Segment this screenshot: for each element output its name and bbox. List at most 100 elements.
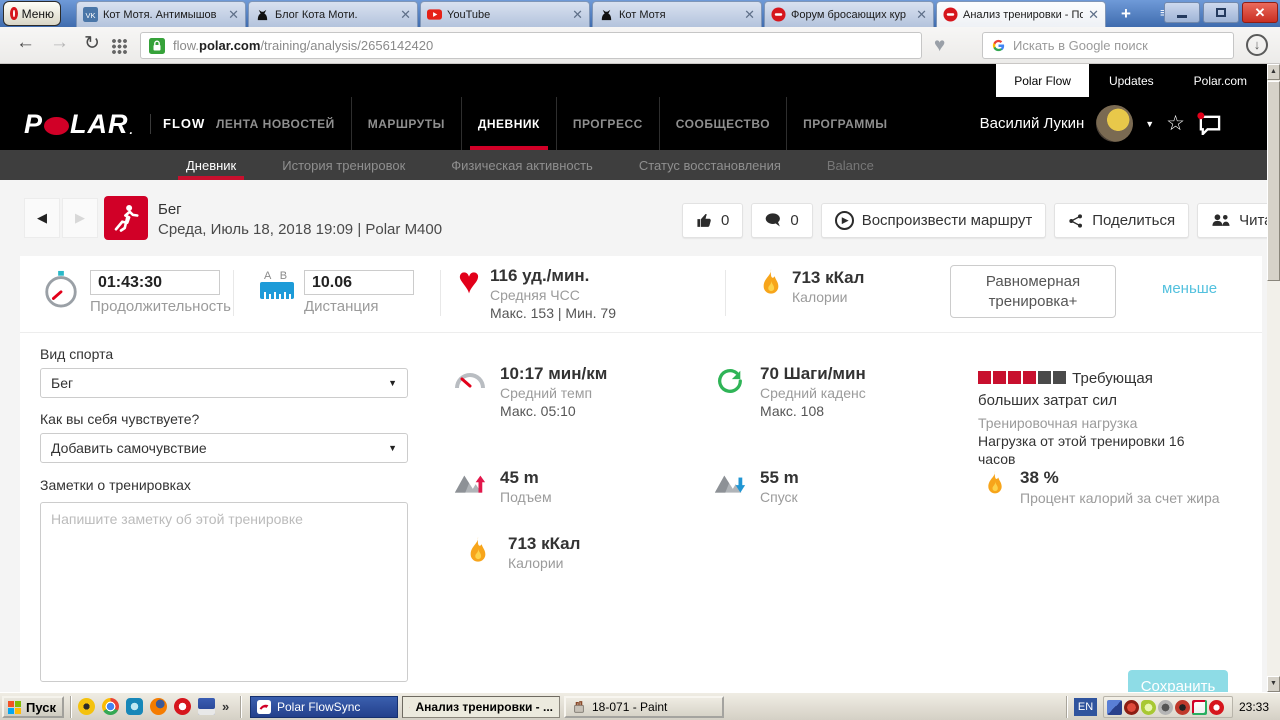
less-link[interactable]: меньше: [1162, 280, 1217, 297]
notes-textarea[interactable]: [40, 502, 408, 682]
quicklaunch-app-icon[interactable]: [126, 698, 143, 715]
tab-close-icon[interactable]: ✕: [572, 8, 583, 21]
tab-3[interactable]: YouTube ✕: [420, 1, 590, 27]
comment-button[interactable]: 0: [751, 203, 813, 238]
url-field[interactable]: flow.polar.com/training/analysis/2656142…: [140, 32, 922, 59]
scroll-down-icon[interactable]: ▼: [1267, 676, 1280, 692]
tab-5[interactable]: Форум бросающих кур ✕: [764, 1, 934, 27]
session-card: Продолжительность A B Дистанция ♥ 116 уд…: [20, 256, 1262, 702]
bookmark-heart-icon[interactable]: ♥: [934, 35, 945, 57]
feeling-select[interactable]: Добавить самочувствие ▼: [40, 433, 408, 463]
subnav-activity[interactable]: Физическая активность: [451, 150, 593, 180]
updates-link[interactable]: Updates: [1109, 74, 1154, 88]
nav-feed[interactable]: ЛЕНТА НОВОСТЕЙ: [200, 97, 351, 150]
page-scrollbar[interactable]: ▲ ▼: [1267, 64, 1280, 692]
tab-close-icon[interactable]: ✕: [744, 8, 755, 21]
search-input[interactable]: Искать в Google поиск: [982, 32, 1234, 59]
share-button[interactable]: Поделиться: [1054, 203, 1190, 238]
tray-lime-icon[interactable]: [1141, 699, 1156, 715]
next-session-button[interactable]: ▶: [62, 198, 98, 238]
download-icon[interactable]: ↓: [1246, 34, 1268, 56]
polar-logo[interactable]: P LAR.: [24, 109, 134, 140]
tray-flowsync-icon[interactable]: [1192, 699, 1207, 715]
tab-active-polar[interactable]: Анализ тренировки - По ✕: [936, 1, 1106, 27]
quicklaunch-daemon-icon[interactable]: [78, 698, 95, 715]
polar-flow-link[interactable]: Polar Flow: [996, 64, 1089, 97]
notes-label: Заметки о тренировках: [40, 477, 191, 493]
maximize-button[interactable]: [1203, 2, 1239, 23]
tab-title: YouTube: [447, 8, 491, 21]
nav-community[interactable]: СООБЩЕСТВО: [658, 97, 786, 150]
chevron-down-icon[interactable]: ▼: [1145, 119, 1154, 129]
subnav-balance[interactable]: Balance: [827, 150, 874, 180]
reload-icon[interactable]: ↻: [84, 32, 100, 55]
duration-label: Продолжительность: [90, 298, 231, 315]
subnav-history[interactable]: История тренировок: [282, 150, 405, 180]
back-icon[interactable]: ←: [16, 32, 35, 54]
taskbar-flowsync-button[interactable]: Polar FlowSync: [250, 696, 398, 718]
taskbar-paint-button[interactable]: 18-071 - Paint: [564, 696, 724, 718]
replay-route-button[interactable]: ▶ Воспроизвести маршрут: [820, 203, 1047, 238]
language-indicator[interactable]: EN: [1074, 698, 1097, 716]
nav-diary[interactable]: ДНЕВНИК: [460, 97, 556, 150]
cat-favicon: [601, 9, 612, 21]
previous-session-button[interactable]: ◀: [24, 198, 60, 238]
feeling-label: Как вы себя чувствуете?: [40, 411, 200, 427]
avg-hr-label: Средняя ЧСС: [489, 287, 580, 303]
avatar[interactable]: [1096, 105, 1134, 142]
cadence-icon: [718, 369, 742, 393]
polar-favicon: [943, 7, 958, 22]
tab-1[interactable]: VK Кот Мотя. Антимышов ✕: [76, 1, 246, 27]
nav-programs[interactable]: ПРОГРАММЫ: [786, 97, 903, 150]
ruler-ab-label: A B: [264, 270, 291, 282]
pace-gauge-icon: [455, 373, 485, 388]
flowsync-icon: [257, 700, 271, 714]
like-button[interactable]: 0: [682, 203, 744, 238]
sport-select[interactable]: Бег ▼: [40, 368, 408, 398]
user-name[interactable]: Василий Лукин: [980, 115, 1085, 132]
nav-progress[interactable]: ПРОГРЕСС: [555, 97, 659, 150]
new-tab-button[interactable]: +: [1113, 4, 1139, 24]
svg-text:VK: VK: [85, 11, 95, 20]
summary-row: Продолжительность A B Дистанция ♥ 116 уд…: [20, 256, 1262, 333]
quicklaunch-opera-icon[interactable]: [174, 698, 191, 715]
nav-routes[interactable]: МАРШРУТЫ: [350, 97, 461, 150]
tab-strip: VK Кот Мотя. Антимышов ✕ Блог Кота Моти.…: [76, 1, 1106, 27]
opera-icon: [409, 706, 410, 708]
training-benefit-button[interactable]: Равномерная тренировка+: [950, 265, 1116, 318]
polar-com-link[interactable]: Polar.com: [1194, 74, 1247, 88]
tab-2[interactable]: Блог Кота Моти. ✕: [248, 1, 418, 27]
tab-close-icon[interactable]: ✕: [400, 8, 411, 21]
distance-input[interactable]: [304, 270, 414, 295]
browser-menu-button[interactable]: Меню: [3, 1, 61, 26]
main-content: ◀ ▶ Бег Среда, Июль 18, 2018 19:09 | Pol…: [0, 180, 1280, 702]
tray-disc-icon[interactable]: [1175, 699, 1190, 715]
quicklaunch-chrome-icon[interactable]: [102, 698, 119, 715]
forward-icon[interactable]: →: [50, 32, 69, 54]
system-tray: [1103, 696, 1233, 718]
duration-input[interactable]: [90, 270, 220, 295]
subnav-diary[interactable]: Дневник: [177, 150, 245, 180]
tab-close-icon[interactable]: ✕: [916, 8, 927, 21]
session-subtitle: Среда, Июль 18, 2018 19:09 | Polar M400: [158, 221, 443, 238]
tab-close-icon[interactable]: ✕: [228, 8, 239, 21]
taskbar-analysis-button[interactable]: Анализ тренировки - ...: [402, 696, 560, 718]
subnav-recovery[interactable]: Статус восстановления: [639, 150, 781, 180]
quicklaunch-firefox-icon[interactable]: [150, 698, 167, 715]
tab-close-icon[interactable]: ✕: [1088, 8, 1099, 21]
speed-dial-icon[interactable]: [112, 39, 127, 54]
tray-network-icon[interactable]: [1107, 699, 1122, 715]
scrollbar-thumb[interactable]: [1267, 81, 1280, 281]
tab-4[interactable]: Кот Мотя ✕: [592, 1, 762, 27]
tray-webcam-icon[interactable]: [1158, 699, 1173, 715]
tray-usb-icon[interactable]: [1124, 699, 1139, 715]
start-button[interactable]: Пуск: [2, 696, 64, 718]
quicklaunch-save-icon[interactable]: [198, 698, 215, 715]
messages-icon[interactable]: [1197, 112, 1222, 136]
scroll-up-icon[interactable]: ▲: [1267, 64, 1280, 80]
close-button[interactable]: ✕: [1242, 2, 1278, 23]
tray-opera-icon[interactable]: [1209, 699, 1224, 715]
quicklaunch-overflow-icon[interactable]: »: [222, 699, 229, 714]
minimize-button[interactable]: [1164, 2, 1200, 23]
favorites-star-icon[interactable]: ☆: [1166, 111, 1185, 136]
